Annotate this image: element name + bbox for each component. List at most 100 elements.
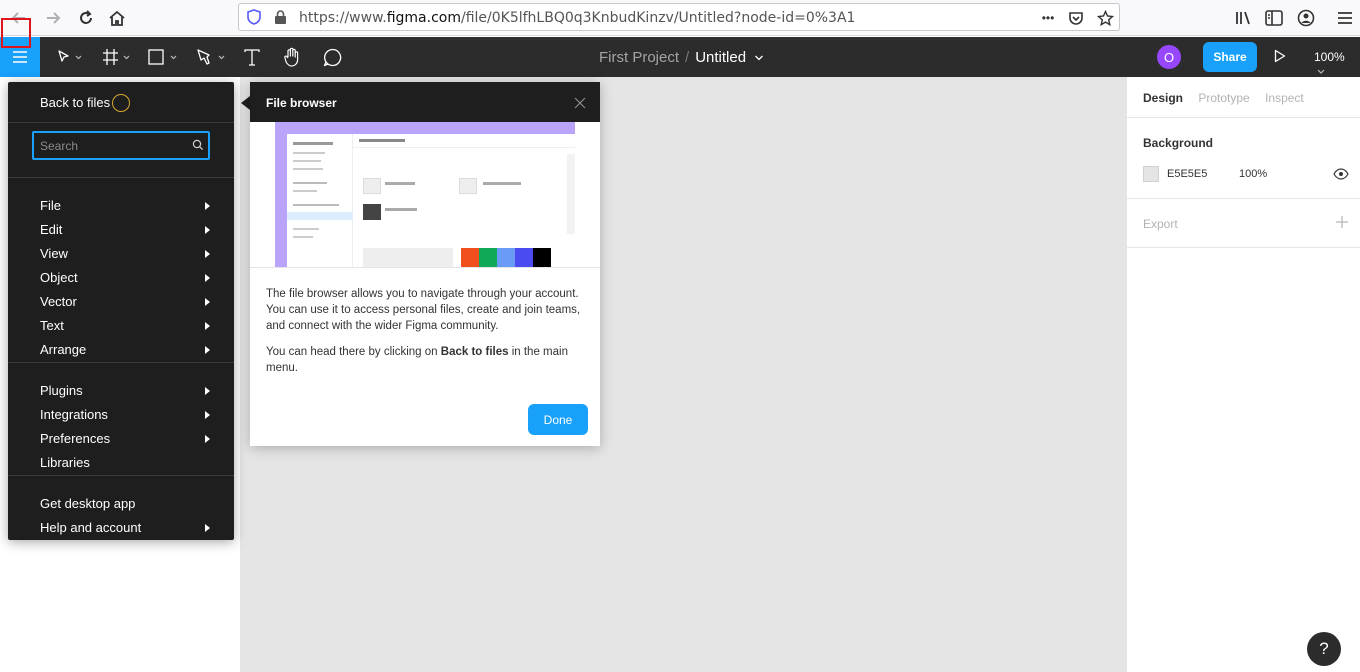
menu-divider (8, 122, 234, 123)
menu-item-libraries[interactable]: Libraries (40, 455, 210, 470)
forward-arrow-icon[interactable] (42, 7, 64, 29)
hand-tool[interactable] (280, 37, 304, 77)
menu-divider (8, 177, 234, 178)
submenu-arrow-icon (205, 524, 210, 532)
file-name[interactable]: Untitled (695, 49, 746, 66)
url-text: https://www.figma.com/file/0K5lfhLBQ0q3K… (299, 10, 856, 26)
hamburger-icon (13, 51, 27, 63)
divider (1127, 117, 1360, 118)
search-input[interactable] (40, 137, 188, 155)
zoom-level[interactable]: 100% (1314, 50, 1360, 78)
menu-divider (8, 475, 234, 476)
close-icon[interactable] (574, 96, 586, 114)
menu-item-view[interactable]: View (40, 246, 210, 261)
submenu-arrow-icon (205, 250, 210, 258)
comment-icon (323, 48, 341, 66)
avatar[interactable]: O (1157, 45, 1181, 69)
menu-item-text[interactable]: Text (40, 318, 210, 333)
menu-item-label: Arrange (40, 342, 87, 357)
tracking-shield-icon[interactable] (245, 8, 263, 26)
page-actions-icon[interactable]: ••• (1037, 7, 1059, 29)
main-menu-dropdown: Back to files File Edit View Object Vector Te… (8, 82, 234, 540)
browser-toolbar: https://www.figma.com/file/0K5lfhLBQ0q3K… (0, 0, 1360, 36)
file-browser-illustration (250, 122, 600, 268)
submenu-arrow-icon (205, 435, 210, 443)
menu-item-get-desktop-app[interactable]: Get desktop app (40, 496, 210, 511)
menu-item-label: Preferences (40, 431, 111, 446)
properties-panel: Design Prototype Inspect Background E5E5… (1126, 77, 1360, 672)
zoom-chevron-icon (1317, 69, 1325, 74)
menu-item-file[interactable]: File (40, 198, 210, 213)
pen-tool[interactable] (194, 37, 228, 77)
menu-item-label: Help and account (40, 520, 142, 535)
menu-item-vector[interactable]: Vector (40, 294, 210, 309)
rectangle-icon (148, 49, 177, 65)
menu-item-integrations[interactable]: Integrations (40, 407, 210, 422)
menu-item-label: Integrations (40, 407, 108, 422)
bookmark-star-icon[interactable] (1094, 7, 1116, 29)
background-opacity-value[interactable]: 100% (1239, 168, 1267, 180)
menu-item-label: Object (40, 270, 78, 285)
popover-title: File browser (266, 96, 337, 110)
menu-item-help-and-account[interactable]: Help and account (40, 520, 210, 535)
background-hex-value[interactable]: E5E5E5 (1167, 168, 1207, 180)
help-button[interactable]: ? (1307, 632, 1341, 666)
divider (1127, 247, 1360, 248)
text-tool[interactable] (240, 37, 264, 77)
menu-item-plugins[interactable]: Plugins (40, 383, 210, 398)
submenu-arrow-icon (205, 226, 210, 234)
divider (1127, 198, 1360, 199)
project-name[interactable]: First Project (599, 49, 679, 66)
submenu-arrow-icon (205, 298, 210, 306)
menu-item-label: Get desktop app (40, 496, 136, 511)
lock-icon[interactable] (271, 8, 289, 26)
breadcrumb-separator: / (685, 49, 690, 66)
share-button[interactable]: Share (1203, 42, 1257, 72)
done-button[interactable]: Done (528, 404, 588, 435)
add-export-plus-icon[interactable] (1335, 215, 1349, 234)
tab-inspect[interactable]: Inspect (1265, 91, 1304, 105)
export-section-title: Export (1143, 217, 1178, 231)
shape-tool[interactable] (146, 37, 180, 77)
present-play-icon[interactable] (1274, 49, 1286, 68)
tab-design[interactable]: Design (1143, 91, 1183, 105)
panel-tabs: Design Prototype Inspect (1143, 91, 1316, 105)
submenu-arrow-icon (205, 387, 210, 395)
chevron-down-icon[interactable] (754, 54, 764, 62)
menu-item-object[interactable]: Object (40, 270, 210, 285)
hover-indicator-circle (112, 93, 131, 112)
popover-pointer (241, 96, 250, 110)
menu-item-arrange[interactable]: Arrange (40, 342, 210, 357)
address-bar[interactable]: https://www.figma.com/file/0K5lfhLBQ0q3K… (238, 3, 1120, 31)
submenu-arrow-icon (205, 202, 210, 210)
browser-menu-icon[interactable] (1334, 7, 1356, 29)
move-tool[interactable] (52, 37, 86, 77)
library-icon[interactable] (1232, 7, 1254, 29)
popover-header: File browser (250, 82, 600, 122)
menu-item-edit[interactable]: Edit (40, 222, 210, 237)
menu-item-label: View (40, 246, 68, 261)
tab-prototype[interactable]: Prototype (1198, 91, 1249, 105)
eye-icon[interactable] (1333, 167, 1349, 185)
popover-description: The file browser allows you to navigate … (266, 288, 581, 332)
menu-item-preferences[interactable]: Preferences (40, 431, 210, 446)
menu-item-back-to-files[interactable]: Back to files (40, 93, 131, 112)
menu-item-label: Vector (40, 294, 77, 309)
hand-icon (284, 47, 299, 67)
highlight-box (1, 18, 31, 48)
menu-item-label: Text (40, 318, 64, 333)
text-icon (244, 48, 260, 66)
search-icon (192, 139, 204, 151)
reload-icon[interactable] (75, 7, 97, 29)
home-icon[interactable] (106, 7, 128, 29)
comment-tool[interactable] (320, 37, 344, 77)
frame-icon (103, 49, 130, 65)
background-color-swatch[interactable] (1143, 166, 1159, 182)
pointer-icon (58, 50, 82, 62)
submenu-arrow-icon (205, 346, 210, 354)
frame-tool[interactable] (100, 37, 134, 77)
menu-search-field[interactable] (32, 131, 210, 160)
account-icon[interactable] (1295, 7, 1317, 29)
sidebar-icon[interactable] (1263, 7, 1285, 29)
pocket-icon[interactable] (1065, 7, 1087, 29)
